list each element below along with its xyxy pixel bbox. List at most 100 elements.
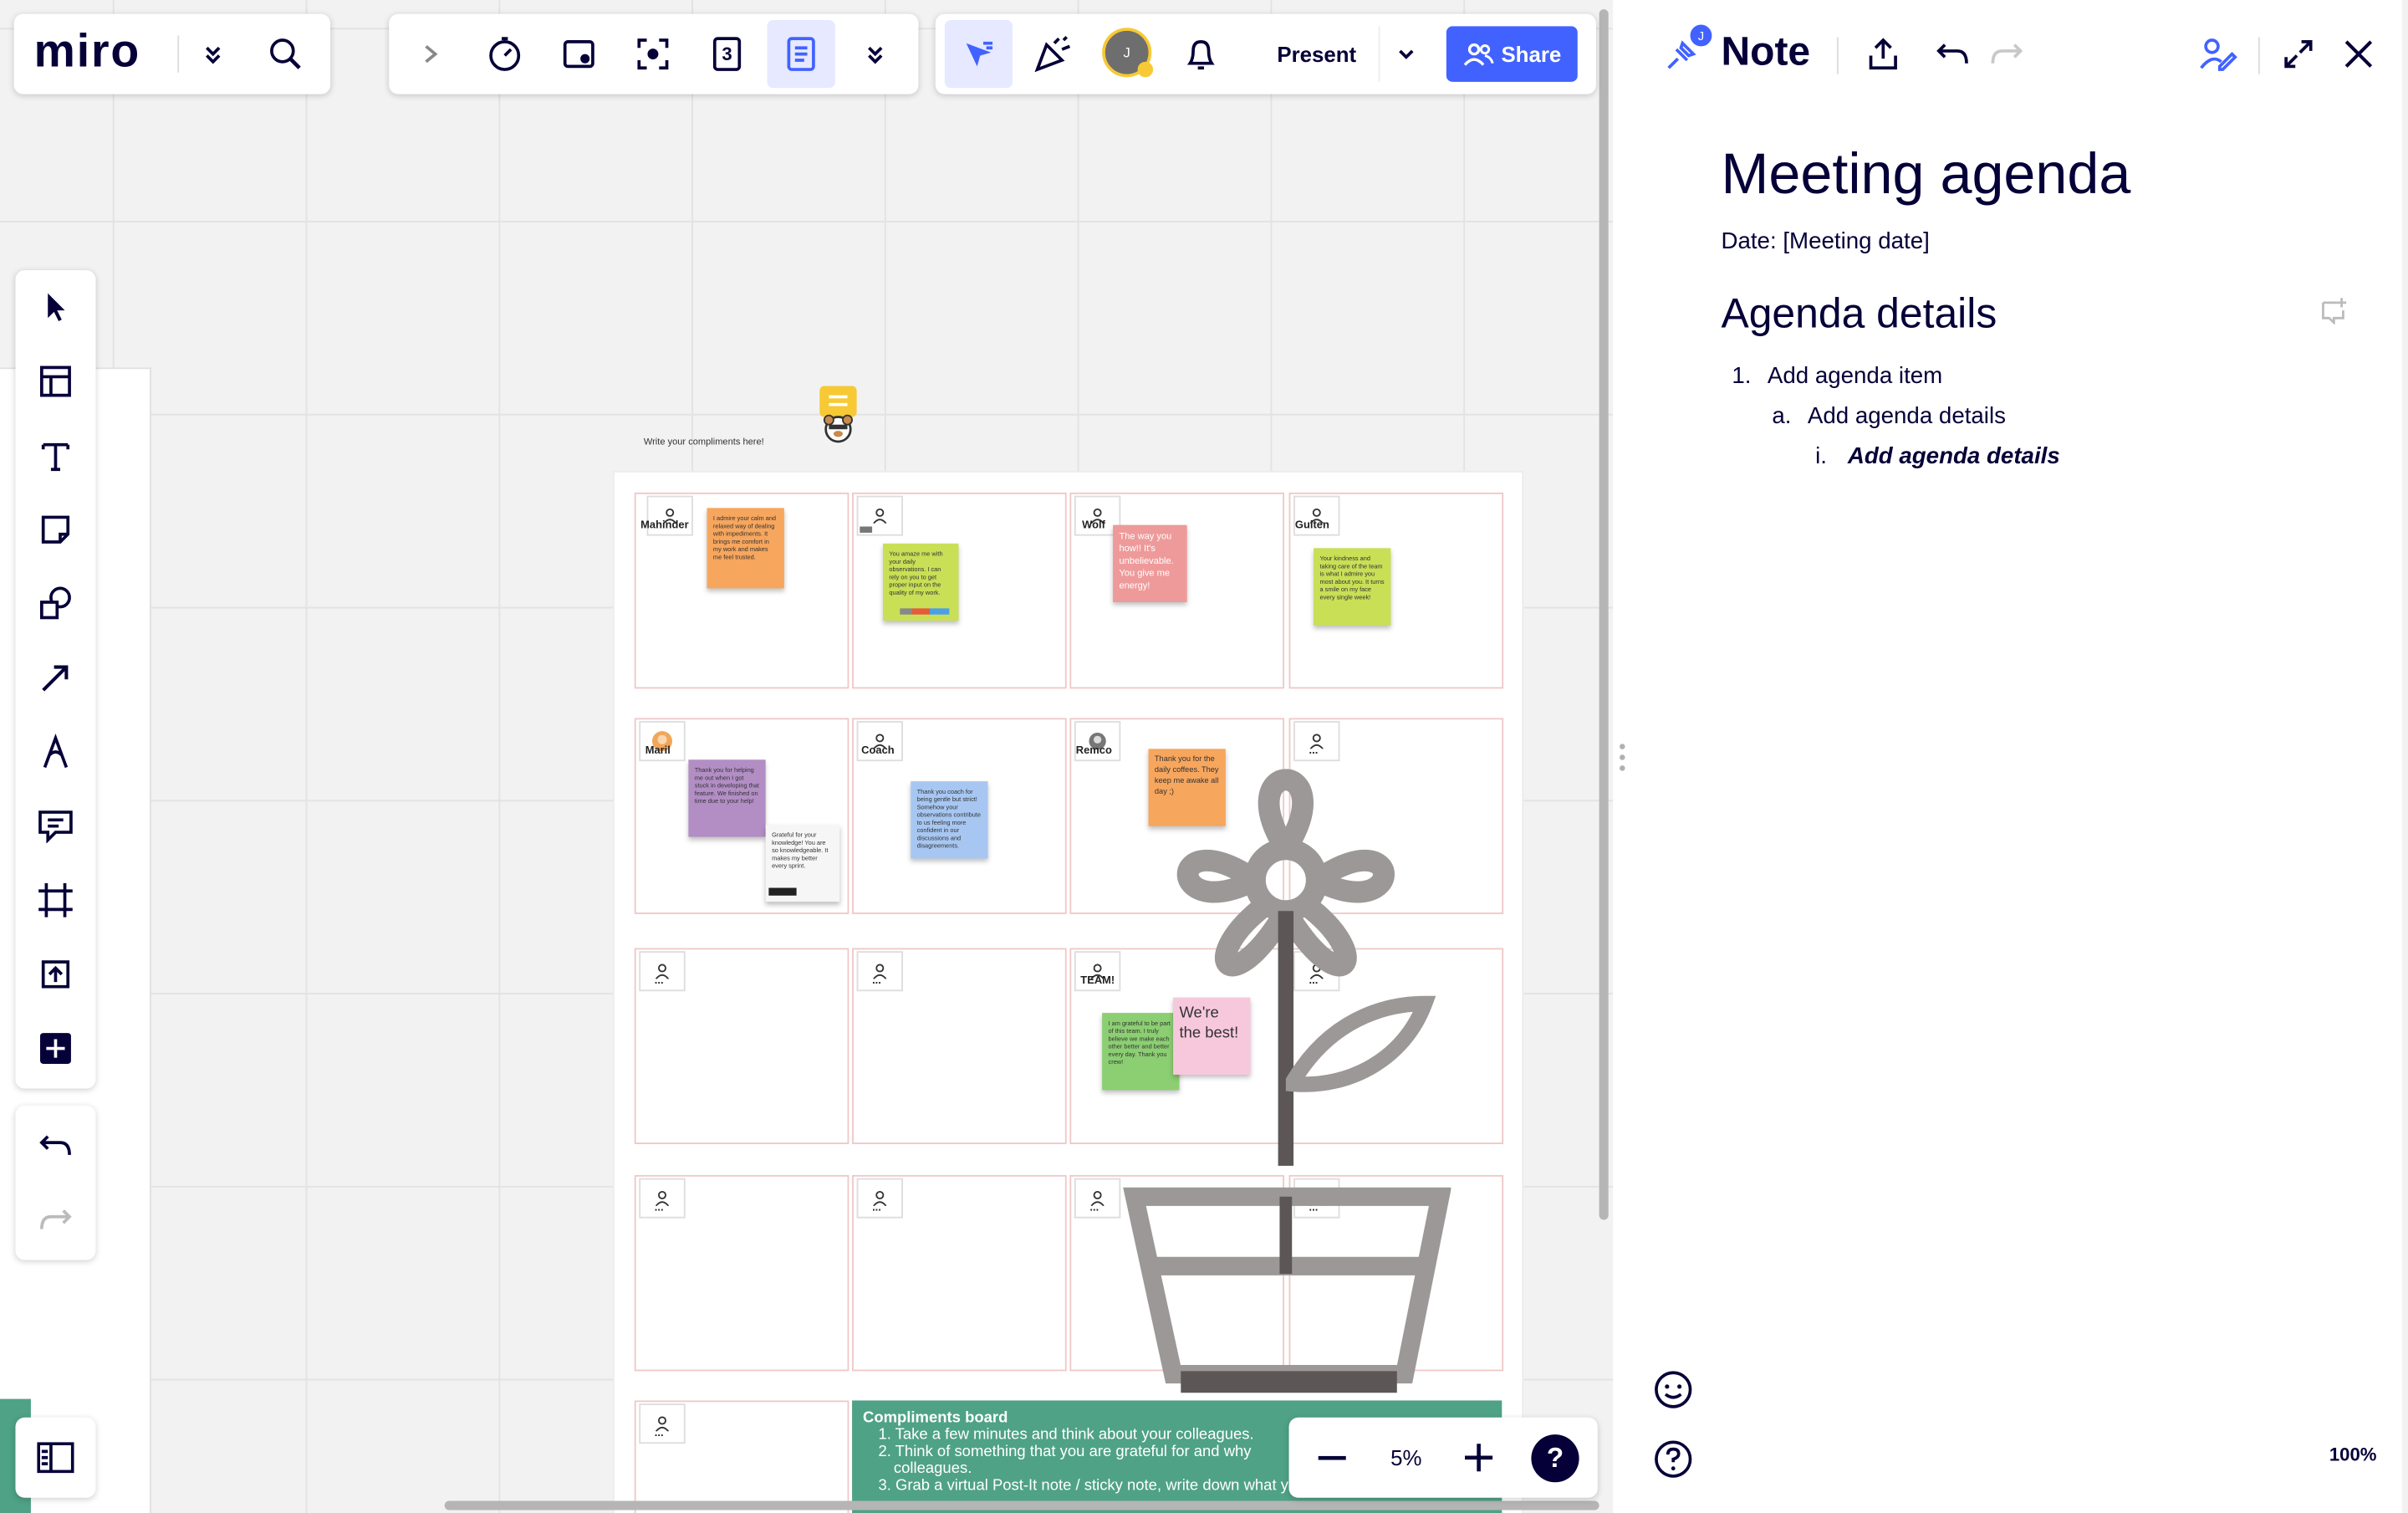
cursor-icon xyxy=(48,293,65,321)
timer-button[interactable] xyxy=(471,20,538,88)
text-tool[interactable] xyxy=(22,422,89,489)
zoom-level[interactable]: 5% xyxy=(1379,1445,1434,1470)
header-divider xyxy=(2258,37,2260,74)
person-name: ... xyxy=(654,1428,664,1439)
timer-icon xyxy=(489,37,521,71)
person-name: ... xyxy=(654,975,664,987)
celebrate-button[interactable] xyxy=(1018,20,1086,88)
pen-tool[interactable] xyxy=(22,718,89,785)
templates-tool[interactable] xyxy=(22,347,89,415)
notifications-button[interactable] xyxy=(1167,20,1235,88)
present-label: Present xyxy=(1277,41,1357,67)
zoom-out-button[interactable] xyxy=(1298,1424,1366,1491)
collaborators-button[interactable] xyxy=(2191,26,2246,81)
person-name: ... xyxy=(872,975,881,987)
undo-icon xyxy=(39,1135,71,1155)
agenda-item[interactable]: Add agenda item xyxy=(1768,363,1942,389)
search-button[interactable] xyxy=(252,20,319,88)
sticky-note[interactable]: Thank you coach for being gentle but str… xyxy=(911,781,988,859)
close-panel-button[interactable] xyxy=(2331,26,2386,81)
person-name: Coach xyxy=(861,745,895,757)
upload-icon xyxy=(41,960,70,989)
smiley-icon xyxy=(1655,1371,1692,1408)
redo-icon xyxy=(1991,43,2023,64)
arrow-icon xyxy=(42,665,69,692)
present-options-button[interactable] xyxy=(1378,26,1433,82)
board-canvas[interactable]: Write your compliments here! Mahinder Wo… xyxy=(0,0,1614,1513)
undo-button[interactable] xyxy=(22,1112,89,1179)
list-marker: 1. xyxy=(1732,362,1752,390)
more-tools-button[interactable] xyxy=(841,20,909,88)
follow-cursor-button[interactable] xyxy=(944,20,1013,89)
redo-button[interactable] xyxy=(22,1186,89,1254)
user-edit-icon xyxy=(2200,38,2237,71)
pen-icon xyxy=(43,733,69,769)
flower-drawing[interactable] xyxy=(1119,757,1451,1398)
present-button[interactable]: Present xyxy=(1255,26,1379,81)
double-chevron-down-icon xyxy=(868,46,883,64)
connection-line-tool[interactable] xyxy=(22,644,89,712)
video-chat-button[interactable] xyxy=(545,20,613,88)
creation-toolbar xyxy=(15,270,96,1089)
comment-tool[interactable] xyxy=(22,792,89,860)
help-circle-icon xyxy=(1655,1440,1692,1478)
redo-icon xyxy=(40,1209,72,1229)
note-side-panel: J Note Meeting agenda Date: [Meeting dat… xyxy=(1613,0,2402,1513)
date-line[interactable]: Date: [Meeting date] xyxy=(1721,228,1929,254)
doc-title[interactable]: Meeting agenda xyxy=(1721,142,2130,207)
export-button[interactable] xyxy=(1855,26,1911,81)
sticky-note[interactable]: The way you how!! It's unbelievable. You… xyxy=(1113,524,1187,602)
agenda-sub-sub-item[interactable]: Add agenda details xyxy=(1848,443,2060,469)
shapes-icon xyxy=(40,586,71,620)
more-apps-tool[interactable] xyxy=(22,1015,89,1082)
board-instruction: Write your compliments here! xyxy=(643,438,764,448)
panel-resize-handle[interactable] xyxy=(1619,741,1625,775)
upload-tool[interactable] xyxy=(22,940,89,1008)
zoom-panel: 5% ? xyxy=(1288,1417,1598,1498)
share-label: Share xyxy=(1501,41,1562,67)
sticky-note[interactable]: Your kindness and taking care of the tea… xyxy=(1314,548,1391,626)
sticky-note-tool[interactable] xyxy=(22,496,89,564)
select-tool[interactable] xyxy=(22,273,89,341)
person-name: ... xyxy=(654,1203,664,1214)
frame-tool[interactable] xyxy=(22,866,89,934)
sticky-note[interactable]: Thank you for helping me out when I got … xyxy=(688,759,766,837)
shapes-tool[interactable] xyxy=(22,570,89,637)
bear-sticker[interactable] xyxy=(815,383,861,445)
note-redo-button[interactable] xyxy=(1979,26,2034,81)
vertical-scrollbar[interactable] xyxy=(1599,9,1609,1220)
person-name: TEAM! xyxy=(1080,975,1115,987)
history-toolbar xyxy=(15,1105,96,1260)
section-heading[interactable]: Agenda details xyxy=(1721,290,1997,338)
horizontal-scrollbar[interactable] xyxy=(444,1500,1599,1510)
board-menu-button[interactable] xyxy=(179,20,247,88)
expand-panel-button[interactable] xyxy=(2271,26,2326,81)
person-name: Gulten xyxy=(1294,520,1329,532)
note-zoom-readout[interactable]: 100% xyxy=(2329,1444,2377,1465)
focus-button[interactable] xyxy=(619,20,686,88)
person-name: ... xyxy=(872,1203,881,1214)
note-undo-button[interactable] xyxy=(1925,26,1980,81)
share-toolbar: J Present Share xyxy=(935,13,1596,95)
share-button[interactable]: Share xyxy=(1446,26,1578,82)
cursor-lines-icon xyxy=(966,41,993,67)
sticky-note[interactable]: I admire your calm and relaxed way of de… xyxy=(707,508,784,589)
close-icon xyxy=(2344,40,2373,68)
countdown-button[interactable]: 3 xyxy=(693,20,761,88)
pin-button[interactable]: J xyxy=(1651,23,1714,81)
double-chevron-down-icon xyxy=(206,46,221,64)
person-name: ... xyxy=(1089,1203,1099,1214)
frames-panel-toggle[interactable] xyxy=(15,1417,96,1498)
miro-logo[interactable]: miro xyxy=(34,26,140,79)
agenda-sub-item[interactable]: Add agenda details xyxy=(1808,403,2006,429)
plus-square-icon xyxy=(40,1033,71,1064)
document-icon xyxy=(787,37,815,71)
reactions-button[interactable] xyxy=(1650,1367,1696,1413)
logo-panel: miro xyxy=(13,13,331,95)
add-comment-button[interactable] xyxy=(2317,294,2351,328)
expand-toolbar-button[interactable] xyxy=(396,20,464,88)
notes-button[interactable] xyxy=(767,20,835,89)
note-help-button[interactable] xyxy=(1650,1436,1696,1482)
zoom-in-button[interactable] xyxy=(1445,1424,1513,1491)
help-button[interactable]: ? xyxy=(1531,1434,1579,1483)
